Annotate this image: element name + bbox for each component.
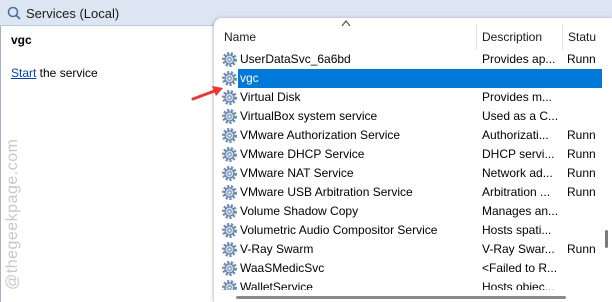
service-row[interactable]: VMware Authorization Service Authorizati.… bbox=[214, 126, 602, 145]
service-row-name: VMware NAT Service bbox=[240, 166, 354, 180]
service-row-status: Runn bbox=[567, 128, 596, 142]
service-row-description: Used as a C... bbox=[482, 109, 559, 123]
gear-icon bbox=[222, 147, 237, 162]
service-row[interactable]: VirtualBox system service Used as a C... bbox=[214, 107, 602, 126]
selected-service-name: vgc bbox=[11, 33, 32, 47]
service-row-name: Volumetric Audio Compositor Service bbox=[240, 223, 438, 237]
service-row[interactable]: VMware USB Arbitration Service Arbitratio… bbox=[214, 183, 602, 202]
service-row-status: Runn bbox=[567, 242, 596, 256]
services-list: Name Description Statu UserDataSvc_6a6bd… bbox=[214, 18, 612, 302]
gear-icon bbox=[222, 242, 237, 257]
column-header-description[interactable]: Description bbox=[482, 30, 542, 44]
service-row-name: Virtual Disk bbox=[240, 90, 301, 104]
service-row-description: Manages an... bbox=[482, 204, 559, 218]
service-row-name: UserDataSvc_6a6bd bbox=[240, 52, 351, 66]
service-row-description: Provides ap... bbox=[482, 52, 556, 66]
service-row-description: Provides m... bbox=[482, 90, 553, 104]
service-row-name: V-Ray Swarm bbox=[240, 242, 314, 256]
gear-icon bbox=[222, 260, 237, 277]
column-header-name[interactable]: Name bbox=[224, 30, 256, 44]
service-row-name: VMware Authorization Service bbox=[240, 128, 401, 142]
sort-ascending-icon bbox=[341, 20, 351, 27]
service-row-description: DHCP servi... bbox=[482, 147, 555, 161]
gear-icon bbox=[222, 128, 237, 143]
service-row-description: Network ad... bbox=[482, 166, 553, 180]
list-header: Name Description Statu bbox=[214, 18, 612, 50]
service-detail-pane: vgc Start the service bbox=[0, 26, 215, 302]
service-rows: UserDataSvc_6a6bd Provides ap... Runn vgc … bbox=[214, 50, 602, 290]
service-row-name: VirtualBox system service bbox=[240, 109, 378, 123]
service-row-name: Volume Shadow Copy bbox=[240, 204, 359, 218]
gear-icon bbox=[222, 279, 237, 290]
service-row-status: Runn bbox=[567, 185, 596, 199]
horizontal-scrollbar[interactable] bbox=[236, 295, 602, 300]
gear-icon bbox=[222, 166, 237, 181]
window-title: Services (Local) bbox=[26, 6, 120, 21]
service-row-name: vgc bbox=[240, 71, 259, 85]
service-row-description: Hosts spati... bbox=[482, 223, 552, 237]
column-divider[interactable] bbox=[562, 24, 563, 50]
service-row-description: V-Ray Swar... bbox=[482, 242, 555, 256]
horizontal-scrollbar-thumb[interactable] bbox=[236, 296, 566, 299]
service-row-description: Hosts objec... bbox=[482, 280, 555, 290]
service-row-description: Arbitration ... bbox=[482, 185, 551, 199]
gear-icon bbox=[222, 51, 237, 67]
column-header-status[interactable]: Statu bbox=[568, 30, 596, 44]
service-row-name: VMware DHCP Service bbox=[240, 147, 365, 161]
service-row-description: <Failed to R... bbox=[482, 261, 558, 275]
gear-icon bbox=[222, 185, 237, 200]
vertical-scrollbar-thumb[interactable] bbox=[605, 230, 608, 248]
service-row-status: Runn bbox=[567, 52, 596, 66]
service-row[interactable]: WaaSMedicSvc <Failed to R... bbox=[214, 259, 602, 278]
watermark: @thegeekpage.com bbox=[4, 138, 21, 290]
service-row-status: Runn bbox=[567, 166, 596, 180]
service-row-name: VMware USB Arbitration Service bbox=[240, 185, 413, 199]
service-row-selected[interactable]: vgc bbox=[214, 69, 602, 88]
service-row-description: Authorizati... bbox=[482, 128, 549, 142]
service-row-name: WalletService bbox=[240, 280, 313, 290]
service-row[interactable]: Volumetric Audio Compositor Service Hosts… bbox=[214, 221, 602, 240]
red-arrow-icon bbox=[191, 86, 223, 101]
service-row-status: Runn bbox=[567, 147, 596, 161]
start-service-suffix: the service bbox=[36, 66, 98, 80]
service-row[interactable]: UserDataSvc_6a6bd Provides ap... Runn bbox=[214, 50, 602, 69]
service-row[interactable]: V-Ray Swarm V-Ray Swar... Runn bbox=[214, 240, 602, 259]
gear-icon bbox=[222, 223, 237, 238]
gear-icon bbox=[222, 109, 237, 124]
service-row[interactable]: Volume Shadow Copy Manages an... bbox=[214, 202, 602, 221]
service-row[interactable]: WalletService Hosts objec... bbox=[214, 278, 602, 290]
service-row[interactable]: VMware DHCP Service DHCP servi... Runn bbox=[214, 145, 602, 164]
start-service-line: Start the service bbox=[11, 66, 98, 80]
gear-icon bbox=[222, 204, 237, 219]
column-divider[interactable] bbox=[476, 24, 477, 50]
services-icon bbox=[7, 6, 21, 20]
service-row[interactable]: VMware NAT Service Network ad... Runn bbox=[214, 164, 602, 183]
start-service-link[interactable]: Start bbox=[11, 66, 36, 80]
service-row[interactable]: Virtual Disk Provides m... bbox=[214, 88, 602, 107]
service-row-name: WaaSMedicSvc bbox=[240, 261, 325, 275]
vertical-scrollbar[interactable] bbox=[602, 50, 612, 302]
